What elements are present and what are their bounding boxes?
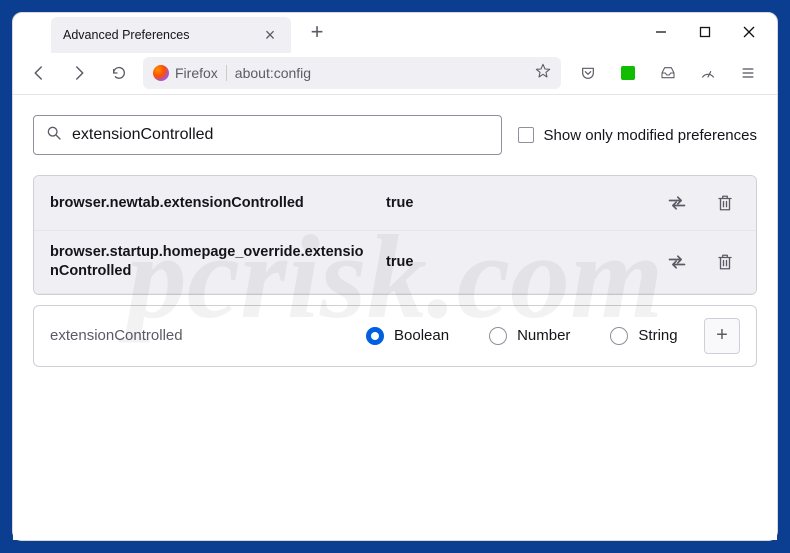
app-menu-button[interactable] <box>733 57 763 89</box>
pref-value: true <box>386 195 646 211</box>
speed-button[interactable] <box>693 57 723 89</box>
radio-boolean[interactable]: Boolean <box>366 327 449 345</box>
search-icon <box>46 125 62 146</box>
search-input[interactable] <box>72 126 489 144</box>
new-tab-button[interactable]: + <box>301 16 333 48</box>
radio-icon <box>489 327 507 345</box>
address-bar[interactable]: Firefox about:config <box>143 57 561 89</box>
radio-icon <box>366 327 384 345</box>
add-pref-button[interactable]: + <box>704 318 740 354</box>
inbox-button[interactable] <box>653 57 683 89</box>
pref-name: browser.newtab.extensionControlled <box>50 194 370 213</box>
search-row: Show only modified preferences <box>33 115 757 155</box>
browser-window: Advanced Preferences × + <box>12 12 778 541</box>
back-button[interactable] <box>23 57 55 89</box>
tab-title: Advanced Preferences <box>63 28 189 42</box>
maximize-button[interactable] <box>695 22 715 42</box>
close-window-button[interactable] <box>739 22 759 42</box>
radio-label: Number <box>517 327 570 344</box>
titlebar: Advanced Preferences × + <box>13 13 777 51</box>
window-controls <box>651 22 767 42</box>
radio-label: String <box>638 327 677 344</box>
extension-button[interactable] <box>613 57 643 89</box>
pref-actions <box>662 247 740 277</box>
pref-value: true <box>386 254 646 270</box>
pref-row[interactable]: browser.newtab.extensionControlled true <box>34 176 756 231</box>
radio-number[interactable]: Number <box>489 327 570 345</box>
extension-green-icon <box>621 66 635 80</box>
toolbar-actions <box>569 57 767 89</box>
show-modified-checkbox[interactable]: Show only modified preferences <box>518 127 757 144</box>
delete-button[interactable] <box>710 188 740 218</box>
toggle-button[interactable] <box>662 188 692 218</box>
tab-advanced-preferences[interactable]: Advanced Preferences × <box>51 17 291 53</box>
checkbox-icon <box>518 127 534 143</box>
pref-name: browser.startup.homepage_override.extens… <box>50 243 370 281</box>
type-radio-group: Boolean Number String <box>366 327 688 345</box>
radio-icon <box>610 327 628 345</box>
new-pref-box: extensionControlled Boolean Number Strin… <box>33 305 757 367</box>
show-modified-label: Show only modified preferences <box>544 127 757 144</box>
pref-row[interactable]: browser.startup.homepage_override.extens… <box>34 231 756 294</box>
navigation-toolbar: Firefox about:config <box>13 51 777 95</box>
preferences-list: browser.newtab.extensionControlled true … <box>33 175 757 295</box>
minimize-button[interactable] <box>651 22 671 42</box>
about-config-content: Show only modified preferences browser.n… <box>13 95 777 540</box>
radio-string[interactable]: String <box>610 327 677 345</box>
identity-label: Firefox <box>175 65 218 81</box>
firefox-logo-icon <box>153 65 169 81</box>
search-box[interactable] <box>33 115 502 155</box>
pocket-button[interactable] <box>573 57 603 89</box>
identity-box[interactable]: Firefox <box>153 65 227 81</box>
pref-actions <box>662 188 740 218</box>
new-pref-row: extensionControlled Boolean Number Strin… <box>34 306 756 366</box>
forward-button[interactable] <box>63 57 95 89</box>
delete-button[interactable] <box>710 247 740 277</box>
reload-button[interactable] <box>103 57 135 89</box>
new-pref-name: extensionControlled <box>50 326 350 346</box>
radio-label: Boolean <box>394 327 449 344</box>
url-text: about:config <box>235 65 311 81</box>
bookmark-star-icon[interactable] <box>535 63 551 82</box>
close-tab-button[interactable]: × <box>261 26 279 44</box>
toggle-button[interactable] <box>662 247 692 277</box>
